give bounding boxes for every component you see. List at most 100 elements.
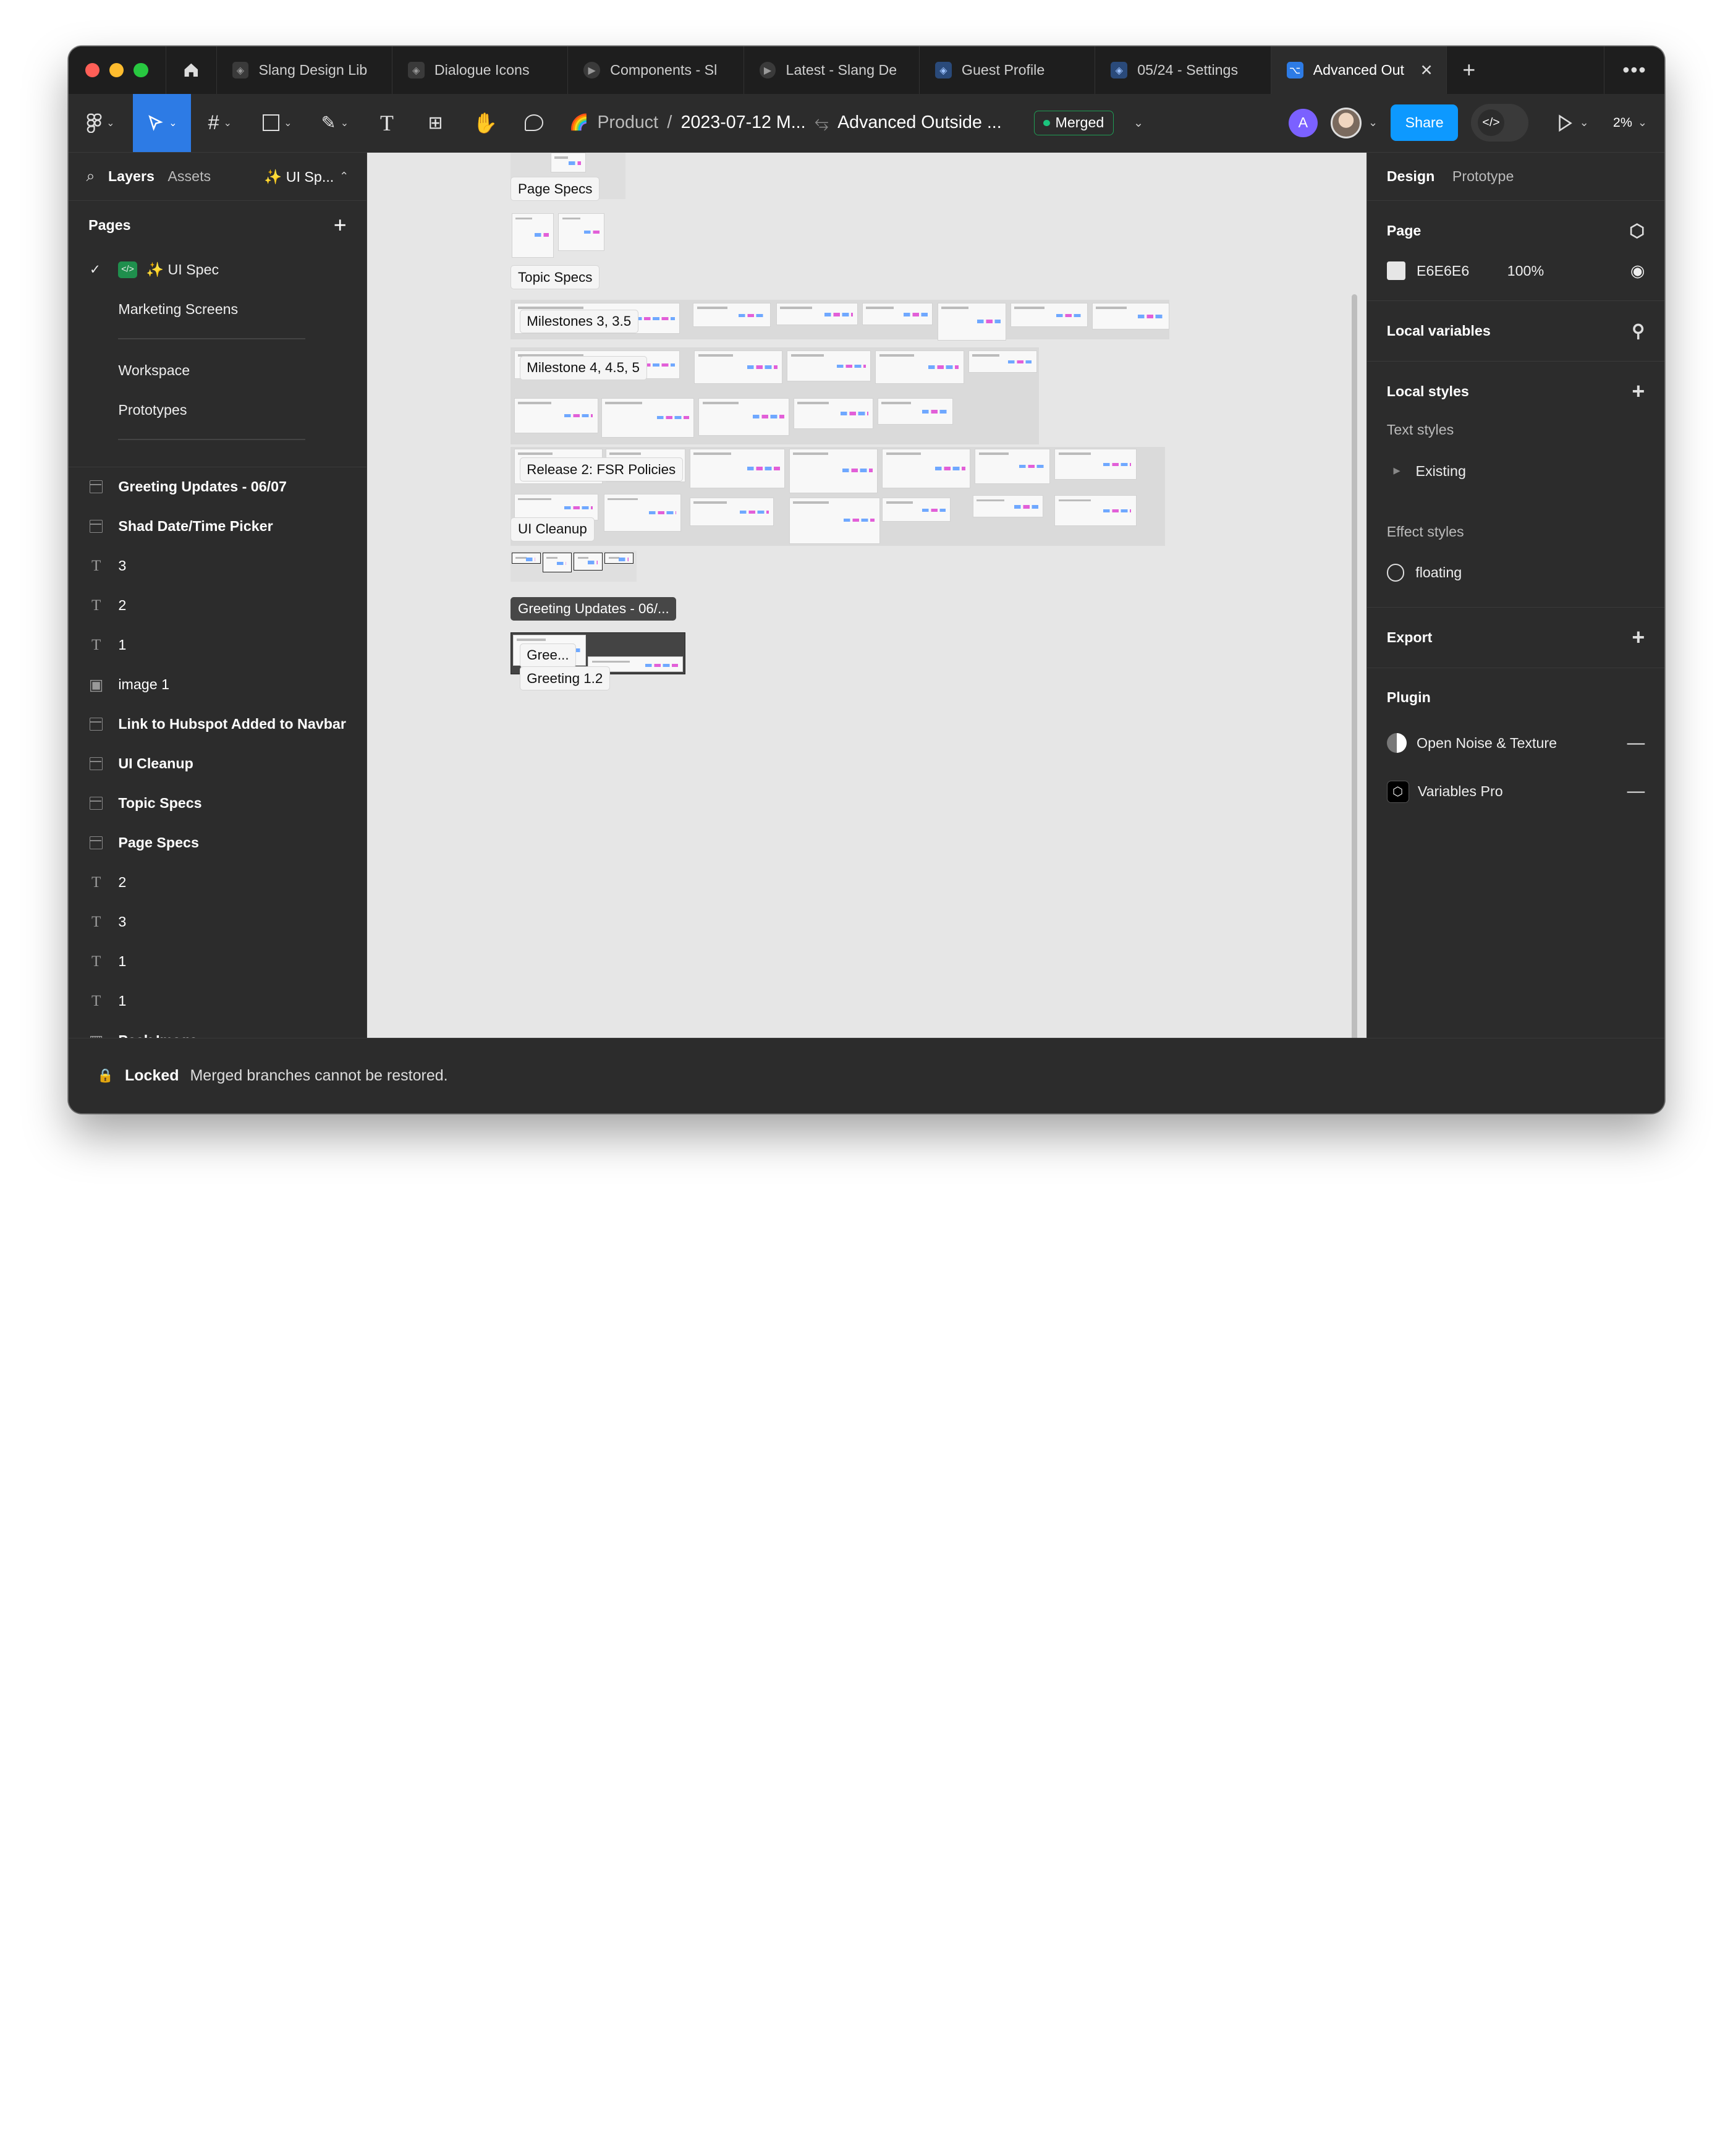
plugin-item[interactable]: ⬡ Variables Pro — [1386, 768, 1645, 817]
present-button[interactable]: ⌄ [1557, 114, 1589, 132]
chevron-down-icon[interactable]: ⌄ [1368, 116, 1378, 129]
text-tool-button[interactable]: T [363, 94, 410, 153]
frame-thumbnail[interactable] [514, 494, 598, 521]
maximize-window-button[interactable] [133, 62, 148, 78]
frame-thumbnail[interactable] [1092, 303, 1170, 329]
frame-thumbnail[interactable] [972, 495, 1044, 517]
tab-design[interactable]: Design [1387, 168, 1435, 185]
page-color-row[interactable]: E6E6E6 100% ◉ [1386, 250, 1645, 292]
hexagon-icon[interactable]: ⬡ [1629, 220, 1645, 242]
frame-thumbnail[interactable] [787, 350, 871, 381]
layer-item[interactable]: ▥ Peek Image [69, 1021, 367, 1038]
frame-thumbnail[interactable] [789, 449, 878, 493]
frame-thumbnail[interactable] [1010, 303, 1088, 328]
ui-cleanup-label[interactable]: UI Cleanup [511, 517, 595, 541]
layer-item[interactable]: Link to Hubspot Added to Navbar [69, 705, 367, 744]
layer-item[interactable]: T3 [69, 546, 367, 586]
frame-thumbnail[interactable] [512, 553, 541, 564]
comment-tool-button[interactable] [509, 94, 558, 153]
file-name[interactable]: 2023-07-12 M... [681, 112, 806, 133]
frame-thumbnail[interactable] [550, 152, 586, 172]
frame-thumbnail[interactable] [862, 303, 933, 325]
eye-icon[interactable]: ◉ [1630, 261, 1645, 281]
frame-thumbnail[interactable] [604, 553, 633, 564]
search-icon[interactable]: ⌕ [86, 168, 95, 186]
frame-thumbnail[interactable] [882, 449, 971, 489]
frame-thumbnail[interactable] [558, 213, 605, 251]
frame-thumbnail[interactable] [937, 303, 1006, 341]
frame-thumbnail[interactable] [693, 303, 771, 328]
add-style-icon[interactable]: + [1632, 379, 1645, 404]
tab-file[interactable]: ▶ Components - Sl [568, 46, 744, 94]
branch-name[interactable]: Advanced Outside ... [837, 112, 1002, 133]
hand-tool-button[interactable]: ✋ [461, 94, 510, 153]
layer-item[interactable]: T3 [69, 902, 367, 942]
remove-plugin-icon[interactable]: — [1627, 733, 1645, 753]
layer-item[interactable]: ▣ image 1 [69, 665, 367, 705]
page-specs-label[interactable]: Page Specs [511, 177, 600, 201]
layer-item[interactable]: Shad Date/Time Picker [69, 507, 367, 546]
more-options-button[interactable]: ••• [1604, 46, 1664, 94]
tab-prototype[interactable]: Prototype [1452, 168, 1514, 185]
move-tool-button[interactable]: ⌄ [132, 93, 192, 153]
frame-thumbnail[interactable] [512, 213, 554, 258]
share-button[interactable]: Share [1391, 104, 1458, 142]
add-page-icon[interactable]: + [334, 213, 347, 238]
frame-thumbnail[interactable] [690, 497, 774, 527]
milestones-3-label[interactable]: Milestones 3, 3.5 [519, 309, 638, 334]
tab-active-file[interactable]: ⌥ Advanced Out ✕ [1271, 46, 1447, 94]
tab-file[interactable]: ◈ 05/24 - Settings [1095, 46, 1271, 94]
release-2-label[interactable]: Release 2: FSR Policies [519, 457, 683, 482]
dev-mode-toggle[interactable]: </> [1471, 104, 1529, 142]
tab-file[interactable]: ◈ Guest Profile [920, 46, 1096, 94]
greeting-updates-label[interactable]: Greeting Updates - 06/... [511, 596, 677, 621]
remove-plugin-icon[interactable]: — [1627, 781, 1645, 802]
variables-settings-icon[interactable]: ⚲ [1632, 320, 1645, 342]
main-menu-button[interactable]: ⌄ [69, 94, 133, 153]
page-item-ui-spec[interactable]: ✓ </> ✨ UI Spec [69, 250, 367, 289]
frame-thumbnail[interactable] [1054, 495, 1137, 527]
frame-thumbnail[interactable] [789, 497, 880, 544]
file-menu-chevron[interactable]: ⌄ [1133, 116, 1143, 130]
resources-button[interactable]: ⊞ [410, 94, 460, 153]
layer-item[interactable]: Greeting Updates - 06/07 [69, 467, 367, 507]
layer-item[interactable]: T1 [69, 982, 367, 1021]
frame-thumbnail[interactable] [882, 497, 951, 522]
frame-thumbnail[interactable] [601, 397, 695, 438]
gree-label[interactable]: Gree... [519, 643, 577, 668]
frame-thumbnail[interactable] [968, 350, 1037, 373]
frame-thumbnail[interactable] [690, 449, 785, 489]
tab-file[interactable]: ▶ Latest - Slang De [744, 46, 920, 94]
tab-assets[interactable]: Assets [167, 168, 211, 185]
home-button[interactable] [166, 46, 217, 94]
add-export-icon[interactable]: + [1632, 625, 1645, 650]
frame-thumbnail[interactable] [875, 350, 964, 384]
tab-file[interactable]: ◈ Dialogue Icons [392, 46, 569, 94]
frame-thumbnail[interactable] [603, 494, 681, 532]
pen-tool-button[interactable]: ✎ ⌄ [306, 94, 363, 153]
layer-item[interactable]: T2 [69, 863, 367, 902]
new-tab-button[interactable]: + [1447, 57, 1491, 83]
zoom-menu[interactable]: 2% ⌄ [1613, 115, 1647, 130]
frame-thumbnail[interactable] [794, 397, 873, 429]
canvas[interactable]: Page Specs Topic Specs Milestones 3, 3.5… [367, 152, 1366, 1038]
frame-thumbnail[interactable] [975, 449, 1051, 485]
minimize-window-button[interactable] [109, 62, 124, 78]
page-selector[interactable]: ✨ UI Sp... ⌃ [264, 168, 349, 185]
layer-item[interactable]: UI Cleanup [69, 744, 367, 784]
plugin-item[interactable]: Open Noise & Texture — [1386, 719, 1645, 768]
text-style-group[interactable]: ▶ Existing [1387, 450, 1645, 492]
frame-thumbnail[interactable] [878, 397, 953, 425]
color-swatch[interactable] [1386, 261, 1406, 281]
shape-tool-button[interactable]: ⌄ [248, 94, 306, 153]
frame-thumbnail[interactable] [543, 553, 572, 573]
layer-item[interactable]: T1 [69, 942, 367, 982]
page-opacity-value[interactable]: 100% [1507, 263, 1544, 279]
frame-thumbnail[interactable] [698, 397, 789, 436]
layer-item[interactable]: T1 [69, 626, 367, 665]
layer-item[interactable]: Page Specs [69, 823, 367, 863]
page-color-value[interactable]: E6E6E6 [1417, 263, 1507, 279]
project-name[interactable]: Product [597, 112, 658, 133]
frame-tool-button[interactable]: # ⌄ [191, 94, 248, 153]
frame-thumbnail[interactable] [574, 553, 603, 571]
